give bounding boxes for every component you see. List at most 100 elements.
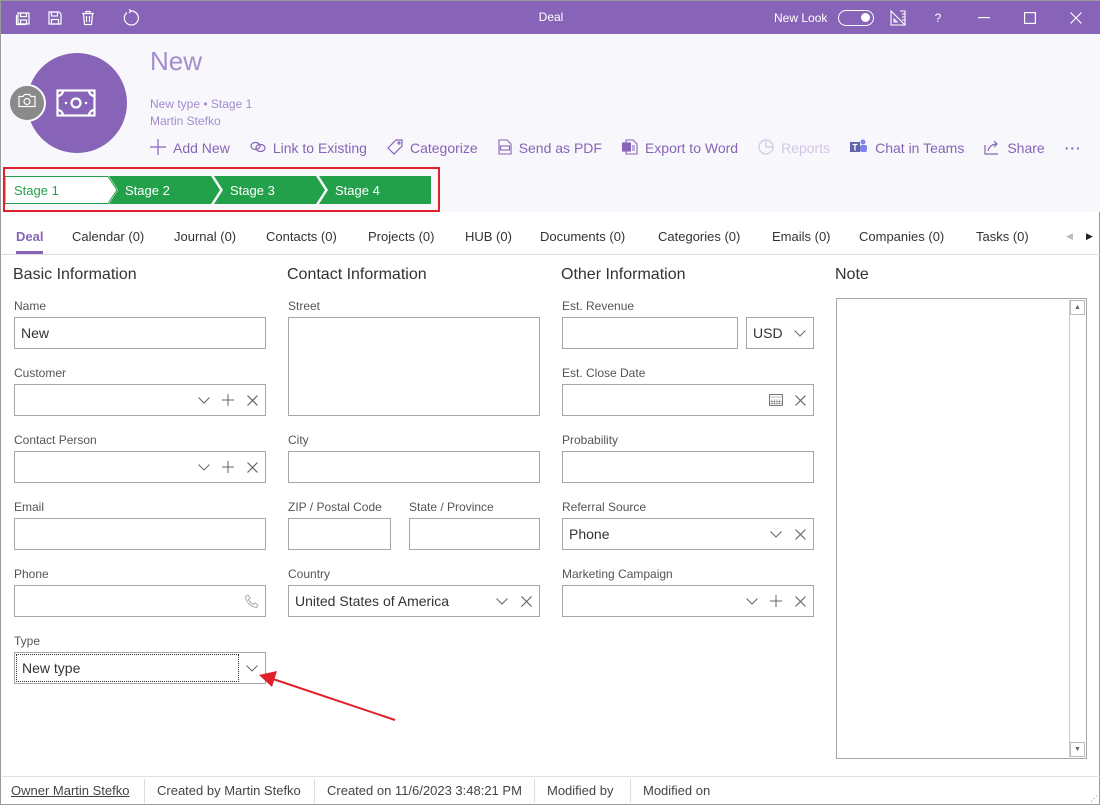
footer-owner-link[interactable]: Owner Martin Stefko	[11, 783, 130, 798]
close-button[interactable]	[1053, 1, 1099, 34]
clear-icon[interactable]	[245, 393, 259, 407]
stage-4[interactable]: Stage 4	[335, 176, 380, 204]
clear-icon[interactable]	[245, 460, 259, 474]
type-value: New type	[22, 660, 81, 676]
campaign-field[interactable]	[562, 585, 814, 617]
tab-calendar[interactable]: Calendar (0)	[72, 229, 144, 244]
export-to-word-button[interactable]: Export to Word	[621, 138, 739, 158]
chevron-down-icon[interactable]	[745, 594, 759, 608]
link-to-existing-button[interactable]: Link to Existing	[250, 138, 367, 158]
phone-input[interactable]	[14, 585, 266, 617]
tab-categories[interactable]: Categories (0)	[658, 229, 740, 244]
send-as-pdf-button[interactable]: Send as PDF	[498, 138, 602, 158]
stage-2[interactable]: Stage 2	[125, 176, 170, 204]
email-input[interactable]	[14, 518, 266, 550]
money-bill-icon	[56, 89, 96, 122]
plus-icon[interactable]	[769, 594, 783, 608]
status-footer: Owner Martin Stefko Created by Martin St…	[2, 776, 1100, 804]
zip-input[interactable]	[288, 518, 391, 550]
new-look-toggle[interactable]	[838, 10, 874, 26]
tab-deal[interactable]: Deal	[16, 229, 44, 254]
referral-dropdown[interactable]: Phone	[562, 518, 814, 550]
teams-icon	[850, 139, 875, 158]
footer-modified-on: Modified on	[643, 783, 711, 798]
plus-icon[interactable]	[221, 393, 235, 407]
customer-field[interactable]	[14, 384, 266, 416]
share-icon	[984, 139, 1007, 158]
chevron-down-icon[interactable]	[793, 326, 807, 340]
add-new-button[interactable]: Add New	[150, 138, 230, 158]
change-photo-button[interactable]	[8, 84, 46, 122]
phone-icon[interactable]	[245, 594, 259, 608]
email-label: Email	[14, 500, 45, 514]
chevron-down-icon[interactable]	[769, 527, 783, 541]
chat-in-teams-button[interactable]: Chat in Teams	[850, 138, 964, 158]
ruler-triangle-icon[interactable]	[888, 8, 908, 28]
clear-icon[interactable]	[519, 594, 533, 608]
chevron-down-icon[interactable]	[245, 661, 259, 675]
footer-separator	[630, 779, 631, 803]
stage-bar: Stage 1 Stage 2 Stage 3 Stage 4	[5, 176, 431, 204]
city-input[interactable]	[288, 451, 540, 483]
tab-scroll-left-icon[interactable]: ◀	[1066, 231, 1073, 242]
chevron-down-icon[interactable]	[495, 594, 509, 608]
country-value: United States of America	[295, 593, 450, 609]
note-scrollbar[interactable]: ▲ ▼	[1069, 300, 1085, 757]
tab-bar: Deal Calendar (0) Journal (0) Contacts (…	[2, 221, 1100, 255]
help-button[interactable]: ?	[928, 8, 948, 28]
stage-1[interactable]: Stage 1	[14, 176, 59, 204]
record-title: New	[150, 46, 203, 76]
name-input[interactable]: New	[14, 317, 266, 349]
chat-in-teams-label: Chat in Teams	[875, 140, 965, 156]
contact-person-label: Contact Person	[14, 433, 97, 447]
state-input[interactable]	[409, 518, 540, 550]
other-info-title: Other Information	[561, 266, 686, 283]
tab-scroll-right-icon[interactable]: ▶	[1086, 231, 1093, 242]
country-dropdown[interactable]: United States of America	[288, 585, 540, 617]
record-owner[interactable]: Martin Stefko	[150, 114, 221, 128]
tab-hub[interactable]: HUB (0)	[465, 229, 512, 244]
contact-person-field[interactable]	[14, 451, 266, 483]
tab-journal[interactable]: Journal (0)	[174, 229, 236, 244]
clear-icon[interactable]	[793, 594, 807, 608]
clear-icon[interactable]	[793, 527, 807, 541]
type-label: Type	[14, 634, 41, 648]
type-dropdown[interactable]: New type	[14, 652, 266, 684]
probability-input[interactable]	[562, 451, 814, 483]
more-options-button[interactable]: ···	[1065, 138, 1082, 158]
street-textarea[interactable]	[288, 317, 540, 416]
scroll-down-icon[interactable]: ▼	[1070, 742, 1085, 757]
tab-companies[interactable]: Companies (0)	[859, 229, 944, 244]
tab-tasks[interactable]: Tasks (0)	[976, 229, 1029, 244]
currency-dropdown[interactable]: USD	[746, 317, 814, 349]
categorize-button[interactable]: Categorize	[387, 138, 478, 158]
stage-3[interactable]: Stage 3	[230, 176, 275, 204]
note-textarea[interactable]: ▲ ▼	[836, 298, 1087, 759]
tab-documents[interactable]: Documents (0)	[540, 229, 625, 244]
maximize-button[interactable]	[1007, 1, 1053, 34]
record-subtitle: New type • Stage 1	[150, 97, 253, 111]
send-as-pdf-label: Send as PDF	[518, 140, 602, 156]
close-date-picker[interactable]	[562, 384, 814, 416]
chevron-down-icon[interactable]	[197, 460, 211, 474]
minimize-button[interactable]	[961, 1, 1007, 34]
calendar-icon[interactable]	[769, 393, 783, 407]
tab-contacts[interactable]: Contacts (0)	[266, 229, 337, 244]
clear-icon[interactable]	[793, 393, 807, 407]
tab-projects[interactable]: Projects (0)	[368, 229, 434, 244]
link-icon	[250, 140, 273, 156]
scroll-up-icon[interactable]: ▲	[1070, 300, 1085, 315]
tab-emails[interactable]: Emails (0)	[772, 229, 831, 244]
resize-grip-icon[interactable]: ⋰	[1090, 794, 1098, 803]
revenue-input[interactable]	[562, 317, 738, 349]
export-to-word-label: Export to Word	[644, 140, 739, 156]
plus-icon[interactable]	[221, 460, 235, 474]
street-label: Street	[288, 299, 321, 313]
footer-separator	[314, 779, 315, 803]
state-label: State / Province	[409, 500, 494, 514]
referral-label: Referral Source	[562, 500, 647, 514]
customer-label: Customer	[14, 366, 67, 380]
chevron-down-icon[interactable]	[197, 393, 211, 407]
share-button[interactable]: Share	[984, 138, 1045, 158]
revenue-label: Est. Revenue	[562, 299, 635, 313]
